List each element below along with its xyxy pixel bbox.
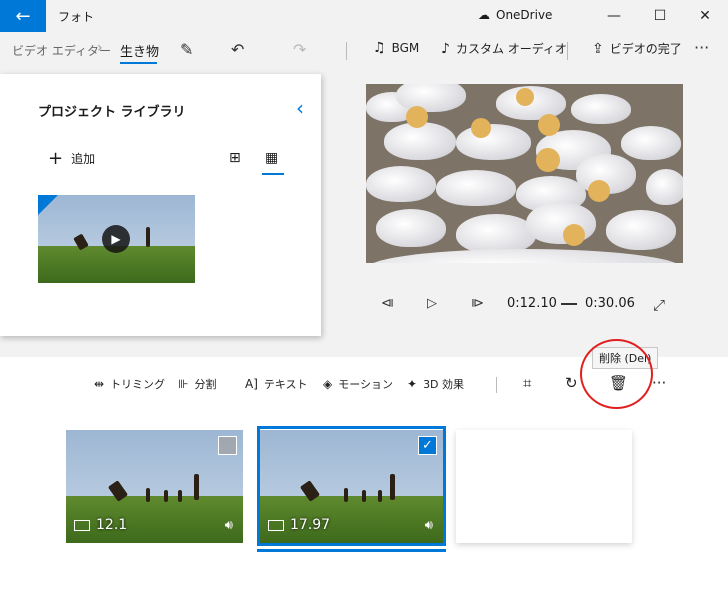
finish-video-label: ビデオの完了 <box>609 42 682 56</box>
rotate-icon[interactable]: ↻ <box>565 374 578 392</box>
more-options-icon[interactable]: ··· <box>694 38 709 57</box>
play-button[interactable]: ▷ <box>427 296 437 311</box>
redo-icon[interactable]: ↷ <box>293 40 306 59</box>
bgm-button[interactable]: ♫ BGM <box>373 40 419 56</box>
previous-frame-icon[interactable]: ⧏ <box>381 296 394 311</box>
toolbar-divider <box>346 42 347 60</box>
storyboard-clip-1[interactable]: 12.1 🔊︎ <box>66 430 243 543</box>
split-icon: ⊪ <box>178 377 189 391</box>
motion-icon: ◈ <box>323 377 333 391</box>
minimize-button[interactable]: — <box>591 0 637 32</box>
onedrive-label: OneDrive <box>496 8 553 22</box>
3d-effects-button[interactable]: ✦ 3D 効果 <box>407 376 464 392</box>
clip-thumbnail <box>66 430 243 543</box>
person-audio-icon: ♪ <box>441 40 450 57</box>
bgm-label: BGM <box>391 41 420 55</box>
split-button[interactable]: ⊪ 分割 <box>178 376 216 392</box>
resize-icon[interactable]: ⌗ <box>523 374 531 392</box>
chevron-right-icon: › <box>97 40 103 56</box>
motion-label: モーション <box>338 378 394 391</box>
breadcrumb-underline <box>120 62 157 64</box>
library-title: プロジェクト ライブラリ <box>38 105 186 120</box>
time-separator <box>561 303 577 305</box>
breadcrumb-project-name: 生き物 <box>120 45 160 60</box>
film-icon <box>74 520 90 531</box>
text-label: テキスト <box>263 378 308 391</box>
clip-duration: 12.1 <box>96 517 128 533</box>
expand-icon[interactable]: ⤢ <box>653 296 665 314</box>
speaker-icon[interactable]: 🔊︎ <box>225 518 233 533</box>
editor-toolbar: ビデオ エディター › 生き物 ✎ ↶ ↷ ♫ BGM ♪ カスタム オーディオ… <box>0 32 728 72</box>
3d-effects-icon: ✦ <box>407 377 418 391</box>
project-library-panel: プロジェクト ライブラリ ‹ + 追加 ⊞ ▦ ▶ <box>0 74 321 336</box>
share-icon: ⇪ <box>592 40 604 57</box>
collapse-library-icon[interactable]: ‹ <box>296 96 304 120</box>
plus-icon: + <box>48 147 64 169</box>
toolbar-divider <box>567 42 568 60</box>
grid-view-small-icon[interactable]: ▦ <box>265 150 278 166</box>
back-button[interactable]: ← <box>0 0 46 32</box>
3d-effects-label: 3D 効果 <box>423 378 465 391</box>
onedrive-button[interactable]: ☁ OneDrive <box>478 8 552 22</box>
arrow-left-icon: ← <box>15 5 31 27</box>
trim-button[interactable]: ⇹ トリミング <box>94 376 165 392</box>
maximize-button[interactable]: ☐ <box>637 0 683 32</box>
add-label: 追加 <box>71 152 96 166</box>
added-to-project-flag <box>38 195 58 215</box>
grid-view-large-icon[interactable]: ⊞ <box>229 150 241 166</box>
add-media-button[interactable]: + 追加 <box>48 147 96 169</box>
play-icon[interactable]: ▶ <box>102 225 130 253</box>
view-selected-indicator <box>262 173 284 175</box>
text-icon: A] <box>245 377 258 391</box>
empty-storyboard-slot[interactable] <box>456 430 632 543</box>
text-button[interactable]: A] テキスト <box>245 376 308 392</box>
cloud-icon: ☁ <box>478 8 490 22</box>
library-media-thumbnail[interactable]: ▶ <box>38 195 195 283</box>
split-label: 分割 <box>194 378 217 391</box>
total-time: 0:30.06 <box>585 296 635 311</box>
app-title: フォト <box>58 10 95 24</box>
custom-audio-label: カスタム オーディオ <box>455 42 567 56</box>
next-frame-icon[interactable]: ⧐ <box>471 296 484 311</box>
highlight-circle <box>580 339 653 409</box>
undo-icon[interactable]: ↶ <box>231 40 244 59</box>
clip-checkbox[interactable] <box>218 436 237 455</box>
selected-clip-underline <box>257 549 446 552</box>
motion-button[interactable]: ◈ モーション <box>323 376 393 392</box>
custom-audio-button[interactable]: ♪ カスタム オーディオ <box>441 40 567 57</box>
more-tools-icon[interactable]: ··· <box>652 374 666 392</box>
selected-clip-border <box>257 426 446 546</box>
trim-icon: ⇹ <box>94 377 105 391</box>
pencil-icon[interactable]: ✎ <box>180 40 193 59</box>
trim-label: トリミング <box>110 378 166 391</box>
video-preview[interactable] <box>366 84 683 263</box>
tools-divider <box>496 377 497 393</box>
finish-video-button[interactable]: ⇪ ビデオの完了 <box>592 40 682 57</box>
music-note-icon: ♫ <box>373 40 386 56</box>
current-time: 0:12.10 <box>507 296 557 311</box>
title-bar: ← フォト ☁ OneDrive — ☐ ✕ <box>0 0 728 32</box>
close-button[interactable]: ✕ <box>682 0 728 32</box>
